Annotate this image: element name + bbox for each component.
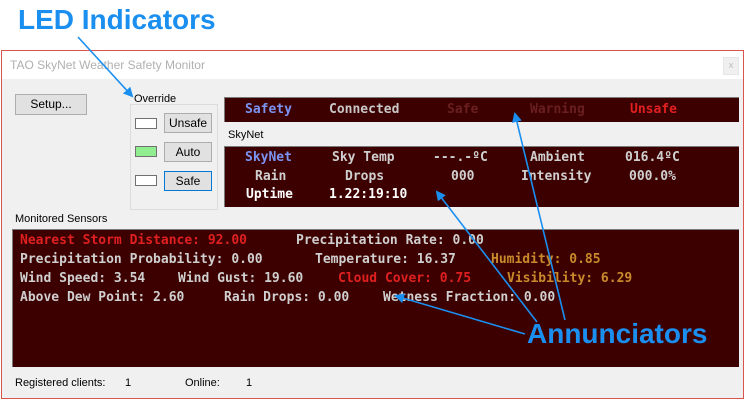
- drops-label: Drops: [345, 169, 385, 184]
- title-bar: TAO SkyNet Weather Safety Monitor x: [2, 51, 743, 79]
- override-unsafe-button[interactable]: Unsafe: [164, 113, 212, 133]
- registered-clients-label: Registered clients:: [15, 377, 106, 389]
- wetness-fraction: Wetness Fraction: 0.00: [383, 290, 556, 305]
- storm-distance: Nearest Storm Distance: 92.00: [20, 233, 247, 248]
- sky-temp-label: Sky Temp: [332, 150, 395, 165]
- precipitation-rate: Precipitation Rate: 0.00: [296, 233, 484, 248]
- close-button[interactable]: x: [723, 57, 739, 75]
- led-unsafe: [135, 118, 157, 129]
- cloud-cover: Cloud Cover: 0.75: [338, 271, 472, 286]
- online-value: 1: [246, 377, 253, 389]
- online-label: Online:: [185, 377, 220, 389]
- above-dew-point: Above Dew Point: 2.60: [20, 290, 185, 305]
- skynet-label: SkyNet: [228, 129, 264, 141]
- wind-speed: Wind Speed: 3.54: [20, 271, 146, 286]
- temperature: Temperature: 16.37: [315, 252, 456, 267]
- precipitation-probability: Precipitation Probability: 0.00: [20, 252, 263, 267]
- led-safe: [135, 175, 157, 186]
- ambient-value: 016.4ºC: [625, 150, 680, 165]
- window-title: TAO SkyNet Weather Safety Monitor: [10, 58, 205, 72]
- skynet-panel: SkyNet Sky Temp ---.-ºC Ambient 016.4ºC …: [224, 146, 739, 207]
- safety-status-panel: Safety Connected Safe Warning Unsafe: [224, 97, 739, 122]
- rain-drops: Rain Drops: 0.00: [224, 290, 350, 305]
- rain-label: Rain: [255, 169, 287, 184]
- registered-clients-value: 1: [125, 377, 132, 389]
- callout-annunciators: Annunciators: [527, 318, 708, 349]
- override-safe-button[interactable]: Safe: [164, 171, 212, 191]
- override-auto-button[interactable]: Auto: [164, 142, 212, 162]
- humidity: Humidity: 0.85: [491, 252, 601, 267]
- drops-value: 000: [451, 169, 475, 184]
- intensity-label: Intensity: [521, 169, 592, 184]
- led-auto: [135, 146, 157, 157]
- annunciator-unsafe: Unsafe: [630, 102, 677, 117]
- annunciator-safety: Safety: [245, 102, 292, 117]
- annunciator-safe: Safe: [447, 102, 479, 117]
- ambient-label: Ambient: [530, 150, 585, 165]
- setup-button[interactable]: Setup...: [15, 94, 87, 115]
- intensity-value: 000.0%: [629, 169, 676, 184]
- sky-temp-value: ---.-ºC: [433, 150, 488, 165]
- visibility: Visibility: 6.29: [507, 271, 633, 286]
- uptime-value: 1.22:19:10: [329, 187, 408, 202]
- annunciator-connected: Connected: [329, 102, 400, 117]
- uptime-label: Uptime: [246, 187, 293, 202]
- monitored-sensors-label: Monitored Sensors: [15, 213, 108, 225]
- annunciator-warning: Warning: [530, 102, 585, 117]
- skynet-row1-a: SkyNet: [245, 150, 292, 165]
- callout-led-indicators: LED Indicators: [18, 4, 216, 35]
- wind-gust: Wind Gust: 19.60: [178, 271, 304, 286]
